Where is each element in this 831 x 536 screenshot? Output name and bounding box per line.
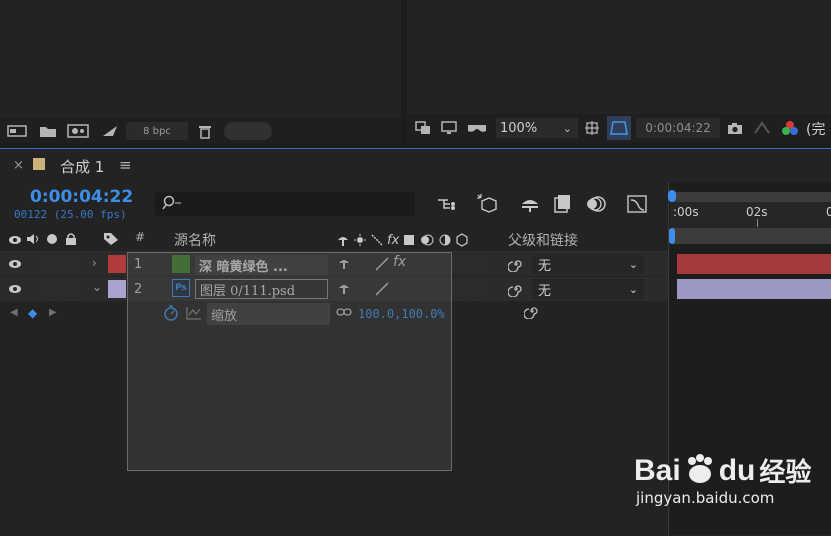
property-pick-whip-icon[interactable] xyxy=(523,303,540,322)
pick-whip-spiral-icon[interactable] xyxy=(507,256,524,275)
watermark-cn: 经验 xyxy=(759,457,812,487)
new-folder-icon[interactable] xyxy=(38,122,58,140)
tab-menu-icon[interactable]: ≡ xyxy=(119,156,132,174)
viewer-timecode[interactable]: 0:00:04:22 xyxy=(636,118,720,138)
channel-label[interactable]: (完 xyxy=(806,119,825,139)
motion-blur-switch-icon[interactable] xyxy=(419,233,435,247)
chevron-down-icon: ⌄ xyxy=(628,257,638,271)
transparency-grid-icon[interactable] xyxy=(607,116,631,140)
parent-select[interactable]: 无 ⌄ xyxy=(532,279,644,299)
composition-mini-flowchart-icon[interactable] xyxy=(436,194,458,214)
parent-select[interactable]: 无 ⌄ xyxy=(532,254,644,274)
monitor-icon[interactable] xyxy=(440,120,458,136)
layer-duration-bar[interactable] xyxy=(677,279,831,299)
adjust-icon[interactable] xyxy=(100,122,120,140)
layer-solo-cell[interactable] xyxy=(45,256,61,272)
layer-search-input[interactable] xyxy=(154,192,415,216)
channel-rgb-icon[interactable] xyxy=(780,119,800,137)
watermark-brand: Bai xyxy=(634,453,681,487)
frame-info: 00122 (25.00 fps) xyxy=(14,208,127,221)
trash-icon[interactable] xyxy=(196,122,214,140)
time-navigator-start-handle[interactable] xyxy=(669,228,675,244)
chevron-down-icon: ⌄ xyxy=(562,121,572,135)
watermark-brand-2: du xyxy=(718,453,756,487)
work-area-bar[interactable] xyxy=(672,192,831,202)
graph-editor-icon[interactable] xyxy=(626,193,648,215)
column-parent-link[interactable]: 父级和链接 xyxy=(508,230,578,250)
adjustment-switch-icon[interactable] xyxy=(438,233,452,247)
composition-color-icon xyxy=(33,158,45,170)
prev-keyframe-icon[interactable]: ◀ xyxy=(10,307,18,318)
ruler-tick xyxy=(757,219,758,227)
layer-visibility-eye-icon[interactable] xyxy=(8,258,22,272)
layer-lock-cell[interactable] xyxy=(64,256,80,272)
work-area-start-handle[interactable] xyxy=(668,190,676,202)
label-tag-icon[interactable] xyxy=(103,232,119,249)
keyframe-diamond-icon[interactable]: ◆ xyxy=(28,306,37,320)
show-snapshot-icon[interactable] xyxy=(752,120,772,136)
frame-blending-icon[interactable] xyxy=(552,193,572,215)
bit-depth-button[interactable]: 8 bpc xyxy=(126,122,188,140)
layer-switch-cell[interactable] xyxy=(468,256,484,272)
motion-blur-icon[interactable] xyxy=(585,193,607,215)
region-of-interest-icon[interactable] xyxy=(583,119,601,137)
expand-chevron-right-icon[interactable]: › xyxy=(92,256,97,270)
zoom-select[interactable]: 100% ⌄ xyxy=(496,118,578,138)
3d-layer-switch-icon[interactable] xyxy=(455,233,469,247)
shy-layers-icon[interactable] xyxy=(519,194,541,214)
frame-blend-switch-icon[interactable] xyxy=(402,233,416,247)
layer-solo-cell[interactable] xyxy=(45,281,61,297)
quality-switch-icon[interactable] xyxy=(370,233,384,247)
camera-icon[interactable] xyxy=(726,120,744,136)
collapse-switch-icon[interactable] xyxy=(353,233,367,247)
paw-logo-icon xyxy=(682,452,718,489)
parent-value: 无 xyxy=(538,258,552,274)
switches-header: fx xyxy=(336,232,476,248)
layer-label-color[interactable] xyxy=(108,280,126,298)
next-keyframe-icon[interactable]: ▶ xyxy=(49,307,57,318)
ruler-start-label: :00s xyxy=(673,205,699,219)
ruler-end-label: 0 xyxy=(826,205,831,219)
layer-label-color[interactable] xyxy=(108,255,126,273)
scroll-pill[interactable] xyxy=(224,122,272,140)
audio-icon[interactable] xyxy=(26,233,40,248)
ruler-mark-label: 02s xyxy=(746,205,768,219)
tab-composition-1[interactable]: 合成 1 xyxy=(60,156,104,177)
column-number: # xyxy=(135,230,146,244)
time-navigator-bar[interactable] xyxy=(672,228,831,244)
snapshot-stack-icon[interactable] xyxy=(414,120,432,136)
expand-chevron-down-icon[interactable]: ⌄ xyxy=(92,280,102,294)
video-visibility-icon[interactable] xyxy=(8,234,22,248)
effect-fx-icon[interactable]: fx xyxy=(387,233,399,248)
layer-switch-cell[interactable] xyxy=(468,281,484,297)
watermark-url: jingyan.baidu.com xyxy=(636,489,775,507)
column-source-name[interactable]: 源名称 xyxy=(174,230,216,250)
baidu-jingyan-watermark: Bai du 经验 jingyan.baidu.com xyxy=(634,452,812,508)
interpret-footage-icon[interactable] xyxy=(6,122,28,140)
parent-value: 无 xyxy=(538,283,552,299)
draft-3d-icon[interactable] xyxy=(476,192,498,214)
layer-visibility-eye-icon[interactable] xyxy=(8,283,22,297)
tab-close-icon[interactable]: × xyxy=(13,158,24,173)
zoom-value: 100% xyxy=(500,120,538,136)
selection-overlay xyxy=(127,252,452,471)
shy-switch-icon[interactable] xyxy=(336,233,350,247)
pick-whip-spiral-icon[interactable] xyxy=(507,281,524,300)
solo-icon[interactable] xyxy=(46,233,58,248)
current-time-display[interactable]: 0:00:04:22 xyxy=(30,187,133,207)
new-composition-icon[interactable] xyxy=(67,122,89,140)
layer-lock-cell[interactable] xyxy=(64,281,80,297)
3d-glasses-icon[interactable] xyxy=(466,120,488,136)
layer-duration-bar[interactable] xyxy=(677,254,831,274)
lock-icon[interactable] xyxy=(65,232,77,248)
search-icon xyxy=(162,195,182,214)
chevron-down-icon: ⌄ xyxy=(628,282,638,296)
